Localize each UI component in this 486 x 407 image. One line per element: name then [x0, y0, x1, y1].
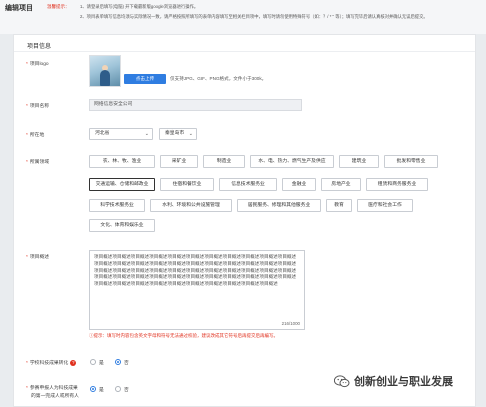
- help-icon[interactable]: ?: [70, 359, 77, 366]
- field-option-education[interactable]: 教育: [326, 199, 352, 212]
- page-title: 编辑项目: [5, 5, 33, 12]
- field-option-utilities[interactable]: 水、电、热力、燃气生产及供应: [250, 155, 334, 168]
- field-option-water-environment[interactable]: 水利、环境和公共设施管理: [150, 199, 232, 212]
- project-name-input[interactable]: 网络信息安全公司: [89, 99, 302, 111]
- required-mark: *: [26, 160, 28, 165]
- province-value: 河北省: [95, 131, 110, 136]
- summary-warning: ⓘ提示：填写时内容包含英文字母和符号无法通过校验，建议改成其它符号后再提交后再编…: [89, 333, 278, 339]
- province-select[interactable]: 河北省 ⌄: [89, 128, 153, 140]
- founder-yes-label: 是: [99, 388, 104, 393]
- founder-label-line1: * 参赛申报人为科技成果: [26, 384, 78, 391]
- required-mark: *: [26, 361, 28, 366]
- field-option-it-services[interactable]: 信息技术服务业: [219, 178, 277, 191]
- section-divider: [14, 51, 475, 52]
- header-bar: 编辑项目 温馨提示： 1、请登录后填写(电脑) 开下载最新版google浏览器进…: [0, 0, 486, 34]
- field-option-transport[interactable]: 交通运输、仓储和邮政业: [89, 178, 155, 191]
- watermark-text: 创新创业与职业发展: [354, 375, 453, 388]
- summary-textarea[interactable]: 项目概述项目概述项目概述项目概述项目概述项目概述项目概述项目概述项目概述项目概述…: [89, 250, 305, 330]
- founder-no-label: 否: [124, 388, 129, 393]
- tip-label: 温馨提示：: [47, 4, 70, 9]
- char-count: 216/1000: [281, 321, 300, 326]
- field-option-hospitality[interactable]: 住宿和餐饮业: [160, 178, 214, 191]
- project-logo-image[interactable]: [89, 55, 121, 87]
- upload-button[interactable]: 点击上传: [124, 74, 166, 84]
- summary-text: 项目概述项目概述项目概述项目概述项目概述项目概述项目概述项目概述项目概述项目概述…: [94, 254, 297, 287]
- field-label: * 所属领域: [26, 158, 49, 165]
- field-option-culture[interactable]: 文化、体育和娱乐业: [89, 219, 155, 232]
- founder-label-line2: 的第一完成人或所有人: [31, 394, 79, 399]
- field-label-text: 所属领域: [29, 160, 50, 165]
- field-option-agriculture[interactable]: 农、林、牧、渔业: [89, 155, 155, 168]
- location-label: * 所在地: [26, 131, 44, 138]
- required-mark: *: [26, 62, 28, 67]
- city-select[interactable]: 秦皇岛市 ⌄: [159, 128, 197, 140]
- summary-label-text: 项目概述: [29, 255, 50, 260]
- transfer-no-label: 否: [124, 361, 129, 366]
- section-title: 项目信息: [27, 44, 52, 50]
- logo-figure-body: [100, 70, 110, 86]
- transfer-no-radio[interactable]: [115, 359, 121, 365]
- logo-label-text: 项目logo: [29, 62, 49, 67]
- summary-label: * 项目概述: [26, 253, 49, 260]
- field-option-leasing[interactable]: 租赁和商务服务业: [366, 178, 428, 191]
- field-option-resident-services[interactable]: 居民服务、修理和其他服务业: [237, 199, 321, 212]
- wechat-icon: [334, 375, 350, 388]
- field-option-manufacturing[interactable]: 制造业: [203, 155, 245, 168]
- field-option-construction[interactable]: 建筑业: [339, 155, 379, 168]
- chevron-down-icon: ⌄: [188, 131, 193, 137]
- founder-yes-radio[interactable]: [90, 386, 96, 392]
- founder-no-radio[interactable]: [115, 386, 121, 392]
- required-mark: *: [26, 104, 28, 109]
- tip-line-2: 2、项目表单填写信息均须与实际情况一致，请严格按照所填写的表单内容填写至相关栏目…: [80, 14, 428, 19]
- field-option-science[interactable]: 科学技术服务业: [89, 199, 145, 212]
- transfer-yes-label: 是: [99, 361, 104, 366]
- summary-warning-text: 提示：填写时内容包含英文字母和符号无法通过校验，建议改成其它符号后再提交后再编写…: [93, 333, 279, 338]
- transfer-label-text: 学校科技成果转化: [29, 361, 69, 366]
- required-mark: *: [26, 255, 28, 260]
- name-label-text: 项目名称: [29, 104, 50, 109]
- name-label: * 项目名称: [26, 102, 49, 109]
- city-value: 秦皇岛市: [165, 131, 185, 136]
- location-label-text: 所在地: [29, 133, 45, 138]
- required-mark: *: [26, 386, 28, 391]
- field-option-healthcare[interactable]: 医疗和社会工作: [357, 199, 413, 212]
- logo-label: * 项目logo: [26, 60, 49, 67]
- field-option-finance[interactable]: 金融业: [282, 178, 316, 191]
- transfer-yes-radio[interactable]: [90, 359, 96, 365]
- transfer-label: * 学校科技成果转化?: [26, 359, 77, 366]
- field-option-mining[interactable]: 采矿业: [160, 155, 198, 168]
- tip-line-1: 1、请登录后填写(电脑) 开下载最新版google浏览器进行操作。: [80, 4, 199, 9]
- upload-hint: 仅支持JPG、GIF、PNG格式，文件小于300k。: [170, 76, 267, 81]
- field-option-real-estate[interactable]: 房地产业: [321, 178, 361, 191]
- required-mark: *: [26, 133, 28, 138]
- founder-label-text-1: 参赛申报人为科技成果: [29, 386, 78, 391]
- field-option-retail[interactable]: 批发和零售业: [384, 155, 438, 168]
- project-form-card: 项目信息 * 项目logo 点击上传 仅支持JPG、GIF、PNG格式，文件小于3…: [13, 34, 476, 407]
- chevron-down-icon: ⌄: [144, 131, 149, 137]
